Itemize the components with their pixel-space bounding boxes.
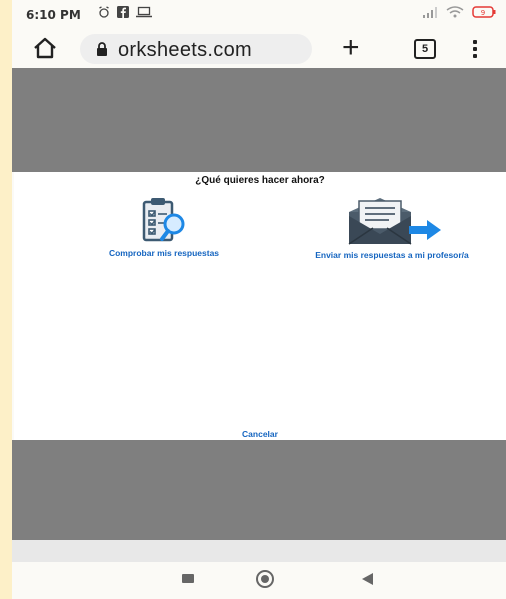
wifi-icon xyxy=(446,6,464,18)
android-nav-bar xyxy=(12,562,506,599)
dialog-title: ¿Qué quieres hacer ahora? xyxy=(195,175,325,186)
alarm-icon xyxy=(99,6,109,18)
signal-icon xyxy=(423,7,437,18)
cancel-button[interactable]: Cancelar xyxy=(14,429,506,439)
svg-text:9: 9 xyxy=(481,9,485,17)
action-dialog: ¿Qué quieres hacer ahora? Comprobar mis … xyxy=(14,172,506,440)
tab-switcher-button[interactable]: 5 xyxy=(414,39,436,59)
browser-toolbar: orksheets.com + 5 xyxy=(12,30,506,68)
page-overlay-top xyxy=(12,68,506,172)
facebook-icon xyxy=(117,6,129,18)
check-answers-option[interactable]: Comprobar mis respuestas xyxy=(74,196,254,258)
envelope-send-icon xyxy=(348,198,441,245)
send-answers-label: Enviar mis respuestas a mi profesor/a xyxy=(315,250,469,260)
notification-icons xyxy=(98,6,152,18)
status-bar: 6:10 PM 9 xyxy=(12,0,506,30)
back-button[interactable] xyxy=(362,573,373,585)
check-answers-label: Comprobar mis respuestas xyxy=(108,248,220,258)
lock-icon xyxy=(97,42,107,56)
url-bar[interactable]: orksheets.com xyxy=(80,34,312,64)
status-time: 6:10 PM xyxy=(26,8,81,22)
new-tab-button[interactable]: + xyxy=(342,33,360,63)
send-answers-option[interactable]: Enviar mis respuestas a mi profesor/a xyxy=(276,196,506,260)
checklist-magnifier-icon xyxy=(142,198,185,242)
more-menu-icon[interactable] xyxy=(472,38,478,60)
system-icons: 9 xyxy=(422,6,496,18)
browser-bottom-strip xyxy=(12,540,506,562)
recent-apps-button[interactable] xyxy=(182,574,194,583)
laptop-icon xyxy=(136,6,152,18)
battery-icon: 9 xyxy=(472,6,496,18)
home-icon[interactable] xyxy=(32,36,58,60)
phone-screen: 6:10 PM 9 orksheets.com + 5 ¿Qué quieres… xyxy=(12,0,506,599)
home-nav-button[interactable] xyxy=(256,570,274,588)
page-overlay-bottom xyxy=(12,440,506,540)
url-text: orksheets.com xyxy=(118,39,252,61)
